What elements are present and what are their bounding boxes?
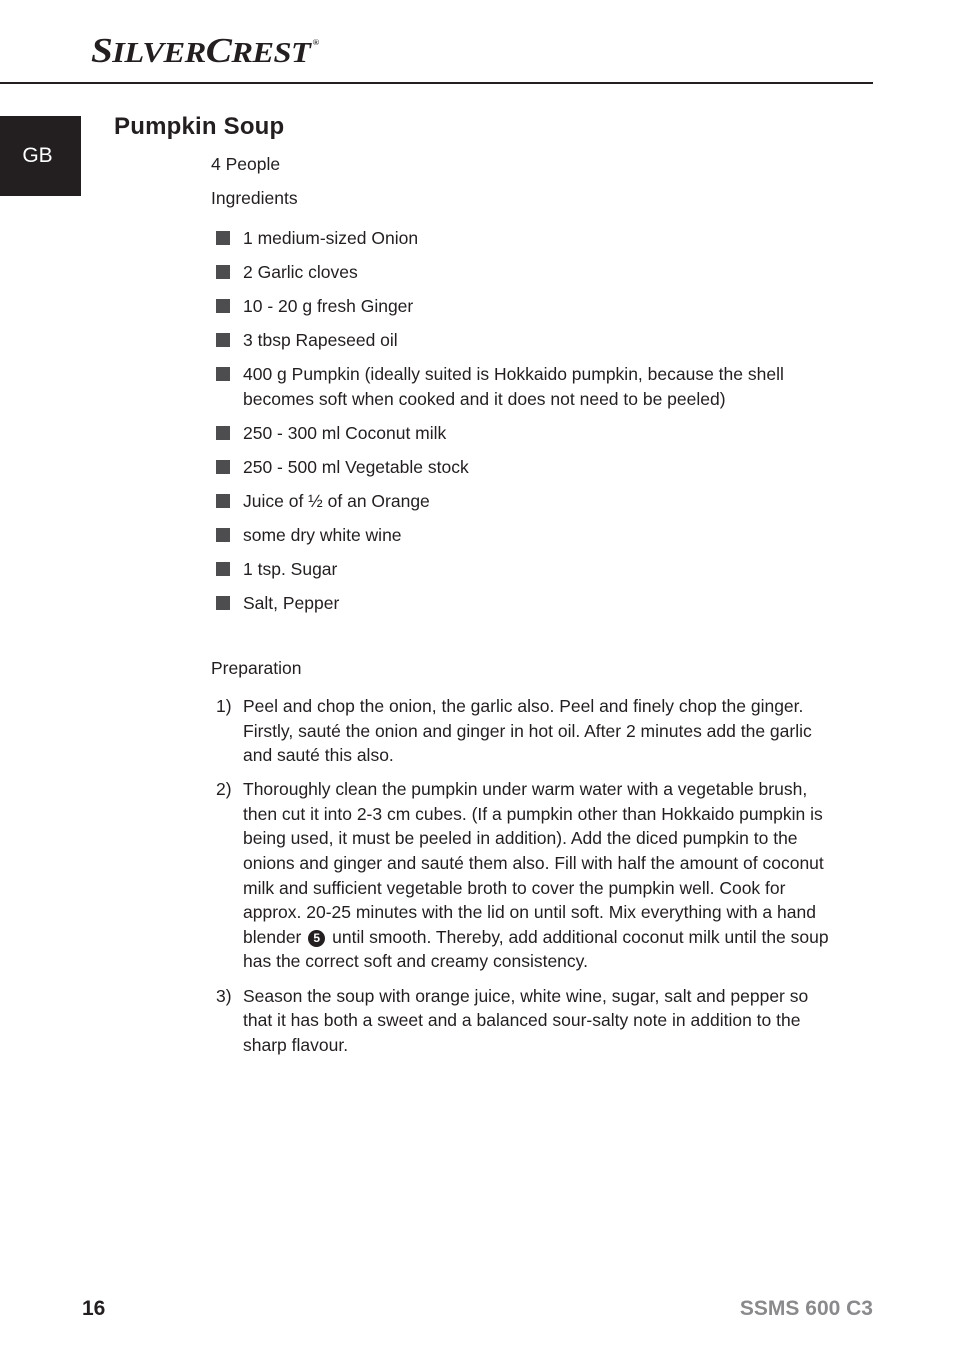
ingredient-text: 400 g Pumpkin (ideally suited is Hokkaid… [243, 364, 784, 409]
square-bullet-icon [216, 425, 230, 440]
header-divider [0, 82, 873, 84]
square-bullet-icon [216, 299, 230, 314]
ingredient-item: Salt, Pepper [216, 591, 816, 616]
preparation-heading: Preparation [211, 658, 302, 678]
step-text: until smooth. Thereby, add additional co… [243, 926, 829, 972]
preparation-step: 1) Peel and chop the onion, the garlic a… [216, 694, 836, 768]
ingredient-text: 250 - 500 ml Vegetable stock [243, 457, 469, 478]
ingredient-text: 10 - 20 g fresh Ginger [243, 296, 414, 317]
ingredients-heading: Ingredients [211, 188, 298, 208]
preparation-steps: 1) Peel and chop the onion, the garlic a… [216, 694, 836, 1067]
ingredient-text: 250 - 300 ml Coconut milk [243, 422, 447, 443]
model-number: SSMS 600 C3 [739, 1297, 873, 1320]
square-bullet-icon [216, 460, 230, 475]
ingredient-text: some dry white wine [243, 525, 402, 546]
step-text: Thoroughly clean the pumpkin under warm … [243, 779, 824, 947]
step-number: 3) [216, 985, 232, 1006]
page-number: 16 [82, 1297, 106, 1320]
preparation-step: 3) Season the soup with orange juice, wh… [216, 984, 836, 1058]
square-bullet-icon [216, 231, 230, 245]
step-number: 2) [216, 779, 232, 800]
square-bullet-icon [216, 528, 230, 543]
language-tab: GB [0, 116, 81, 196]
ingredient-text: 1 medium-sized Onion [243, 228, 419, 248]
ingredient-item: 3 tbsp Rapeseed oil [216, 328, 816, 353]
square-bullet-icon [216, 333, 230, 348]
ingredient-item: 400 g Pumpkin (ideally suited is Hokkaid… [216, 362, 816, 411]
ingredient-item: 1 tsp. Sugar [216, 557, 816, 582]
logo-letter: C [205, 31, 232, 70]
square-bullet-icon [216, 596, 230, 611]
square-bullet-icon [216, 494, 230, 509]
part-reference-number-icon: 5 [308, 929, 326, 947]
ingredient-item: some dry white wine [216, 523, 816, 548]
servings: 4 People [211, 154, 281, 174]
ingredient-text: Juice of ½ of an Orange [243, 491, 430, 512]
square-bullet-icon [216, 265, 230, 280]
brand-logo: SILVERCREST ® [91, 33, 319, 68]
logo-letters: REST [231, 37, 311, 69]
language-code: GB [22, 144, 53, 167]
ingredient-text: 3 tbsp Rapeseed oil [243, 330, 398, 351]
page-title: Pumpkin Soup [114, 113, 285, 140]
step-text: Season the soup with orange juice, white… [243, 985, 809, 1055]
ingredient-item: Juice of ½ of an Orange [216, 489, 816, 514]
ingredient-text: 1 tsp. Sugar [243, 559, 338, 580]
logo-letters: ILVER [112, 37, 206, 69]
ingredient-text: 2 Garlic cloves [243, 262, 358, 283]
square-bullet-icon [216, 367, 230, 382]
ingredient-item: 2 Garlic cloves [216, 260, 816, 285]
ingredient-item: 250 - 500 ml Vegetable stock [216, 455, 816, 480]
ingredient-item: 250 - 300 ml Coconut milk [216, 421, 816, 446]
step-text: Peel and chop the onion, the garlic also… [243, 696, 812, 766]
step-number: 1) [216, 696, 232, 716]
ingredient-text: Salt, Pepper [243, 593, 340, 614]
ingredients-list: 1 medium-sized Onion 2 Garlic cloves 10 … [216, 226, 816, 626]
square-bullet-icon [216, 562, 230, 577]
registered-mark: ® [312, 38, 320, 47]
ingredient-item: 1 medium-sized Onion [216, 226, 816, 251]
logo-letter: S [91, 31, 113, 70]
preparation-step: 2) Thoroughly clean the pumpkin under wa… [216, 777, 836, 974]
ingredient-item: 10 - 20 g fresh Ginger [216, 294, 816, 319]
